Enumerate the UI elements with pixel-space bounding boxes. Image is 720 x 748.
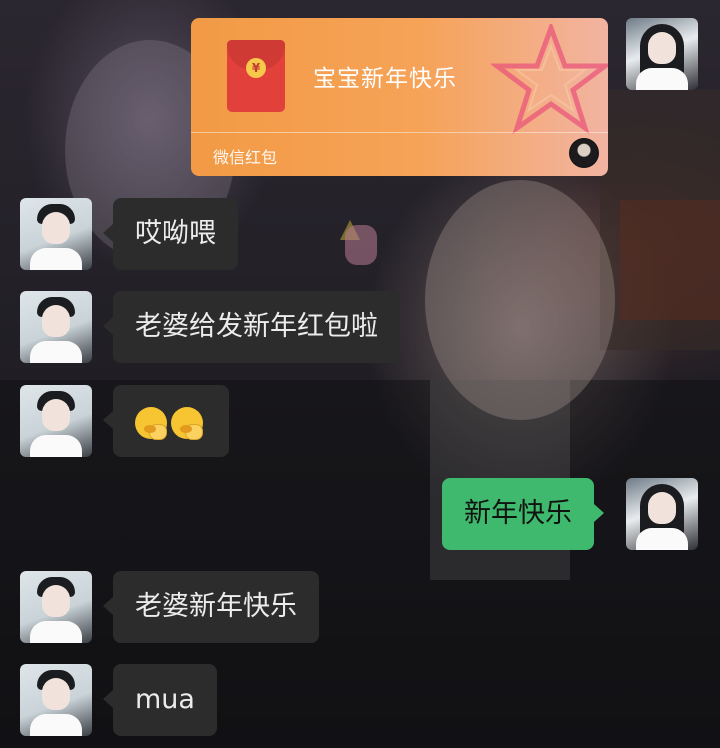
coin-icon: ¥ [246, 58, 266, 78]
message-bubble[interactable] [103, 385, 229, 457]
message-bubble[interactable]: mua [103, 664, 217, 736]
red-packet-title: 宝宝新年快乐 [313, 66, 457, 92]
avatar-self[interactable] [626, 18, 698, 90]
avatar-self[interactable] [626, 478, 698, 550]
message-bubble[interactable]: 老婆新年快乐 [103, 571, 319, 643]
avatar-contact[interactable] [20, 664, 92, 736]
red-packet-label: 微信红包 [213, 148, 278, 167]
message-text: 老婆新年快乐 [135, 591, 297, 622]
message-text: 新年快乐 [464, 498, 572, 529]
message-bubble[interactable]: 老婆给发新年红包啦 [103, 291, 400, 363]
avatar-contact[interactable] [20, 385, 92, 457]
message-text: mua [135, 684, 195, 715]
star-logo-icon [491, 24, 608, 134]
mini-avatar [569, 138, 599, 168]
avatar-contact[interactable] [20, 198, 92, 270]
red-packet-message[interactable]: ¥ 宝宝新年快乐 微信红包 [191, 18, 608, 176]
face-with-hand-over-mouth-icon [135, 406, 167, 440]
message-bubble-outgoing[interactable]: 新年快乐 [442, 478, 604, 550]
avatar-contact[interactable] [20, 291, 92, 363]
face-with-hand-over-mouth-icon [171, 406, 203, 440]
message-text: 哎呦喂 [135, 218, 216, 249]
avatar-contact[interactable] [20, 571, 92, 643]
message-bubble[interactable]: 哎呦喂 [103, 198, 238, 270]
red-envelope-icon: ¥ [227, 40, 285, 112]
divider [191, 132, 608, 133]
message-text: 老婆给发新年红包啦 [135, 311, 378, 342]
